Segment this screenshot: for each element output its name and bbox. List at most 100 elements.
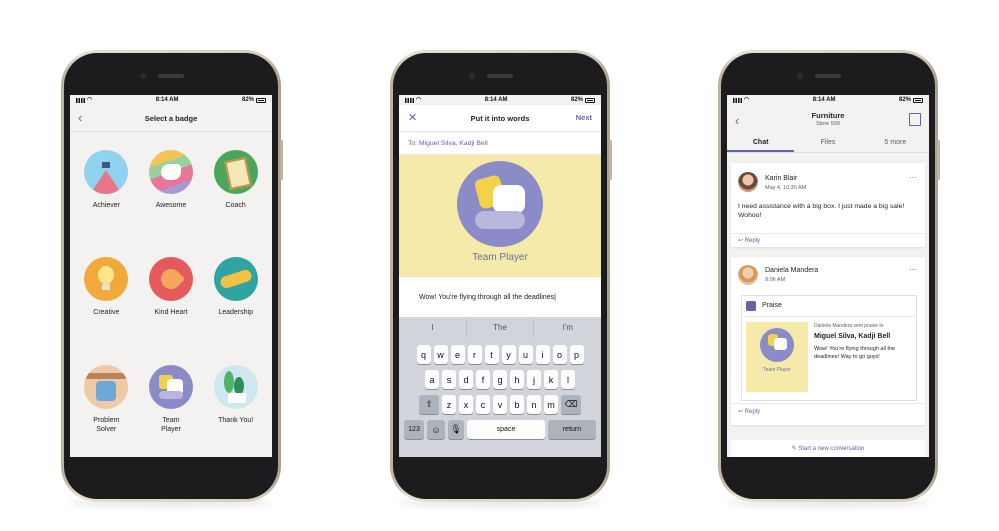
praise-card-preview: Team Player [399,155,601,277]
key-o[interactable]: o [552,345,567,364]
badge-label: Achiever [92,202,120,209]
phone-left: ◠ 8:14 AM 82% ‹ Select a badge Achiever … [61,50,283,502]
badge-team-player[interactable]: Team Player [139,364,204,457]
more-options-icon[interactable]: ··· [909,265,917,274]
reply-label: Reply [744,409,761,415]
emoji-key[interactable]: ☺ [427,420,445,439]
key-l[interactable]: l [561,370,575,389]
status-time: 8:14 AM [484,97,508,103]
key-row-2: asdfghjkl [399,370,601,389]
suggestion-item[interactable]: I [399,317,467,339]
reply-button[interactable]: ↩ Reply [738,408,760,415]
phone-right: ◠ 8:14 AM 82% ‹ Furniture Store 599 Chat… [718,50,940,502]
power-button [280,140,283,180]
key-t[interactable]: t [484,345,499,364]
return-key[interactable]: return [548,420,596,439]
power-button [937,140,940,180]
status-time: 8:14 AM [812,97,836,103]
tab-bar: Chat Files 5 more [727,135,929,153]
key-h[interactable]: h [510,370,524,389]
avatar [738,265,758,285]
next-button[interactable]: Next [576,113,592,122]
nav-bar: ‹ Furniture Store 599 [727,105,929,135]
tab-more[interactable]: 5 more [862,135,929,152]
badge-label: Kind Heart [154,309,188,317]
backspace-key[interactable]: ⌫ [561,395,581,414]
wifi-icon: ◠ [416,97,422,103]
speaker-grille [815,74,841,78]
mic-key[interactable]: 🎙 [448,420,464,439]
key-a[interactable]: a [425,370,439,389]
speaker-grille [487,74,513,78]
wifi-icon: ◠ [744,97,750,103]
key-r[interactable]: r [467,345,482,364]
key-x[interactable]: x [459,395,473,414]
new-conversation-button[interactable]: ✎ Start a new conversation [731,440,925,457]
message-input[interactable]: Wow! You're flying through all the deadl… [399,277,601,317]
chat-post: Karin Blair May 4, 10:30 AM ··· I need a… [731,163,925,247]
fist-icon [84,364,129,409]
badge-problem-solver[interactable]: Problem Solver [74,364,139,457]
key-e[interactable]: e [450,345,465,364]
key-g[interactable]: g [493,370,507,389]
screen-channel-chat: ◠ 8:14 AM 82% ‹ Furniture Store 599 Chat… [727,95,929,457]
key-y[interactable]: y [501,345,516,364]
post-author: Daniela Mandera [765,267,819,274]
praise-label: Praise [762,302,782,309]
signal-icon [733,97,742,103]
key-v[interactable]: v [493,395,507,414]
badge-kind-heart[interactable]: Kind Heart [139,257,204,342]
numbers-key[interactable]: 123 [404,420,424,439]
suggestion-bar: I The I'm [399,317,601,339]
key-i[interactable]: i [535,345,550,364]
tab-chat[interactable]: Chat [727,135,795,152]
key-m[interactable]: m [544,395,558,414]
badge-caption: Team Player [763,367,791,373]
badge-thank-you[interactable]: Thank You! [203,364,268,457]
shift-key[interactable]: ⇧ [419,395,439,414]
badge-achiever[interactable]: Achiever [74,150,139,235]
battery-percent: 82% [570,97,583,103]
new-conversation-label: Start a new conversation [798,446,865,452]
key-c[interactable]: c [476,395,490,414]
praise-from: Daniela Mandera sent praise to [814,323,884,329]
key-n[interactable]: n [527,395,541,414]
badge-creative[interactable]: Creative [74,257,139,342]
divider [742,316,916,317]
channel-info-icon[interactable] [909,113,921,126]
chat-area: Karin Blair May 4, 10:30 AM ··· I need a… [727,153,929,457]
reply-bar: ↩ Reply [731,233,925,248]
badge-leadership[interactable]: Leadership [203,257,268,342]
reply-button[interactable]: ↩ Reply [738,237,760,244]
praise-attachment[interactable]: Praise Team Player Daniela Mandera sent … [741,295,917,401]
screen-select-badge: ◠ 8:14 AM 82% ‹ Select a badge Achiever … [70,95,272,457]
key-s[interactable]: s [442,370,456,389]
key-k[interactable]: k [544,370,558,389]
key-f[interactable]: f [476,370,490,389]
badge-awesome[interactable]: Awesome [139,150,204,235]
key-w[interactable]: w [433,345,448,364]
more-options-icon[interactable]: ··· [909,173,917,182]
key-b[interactable]: b [510,395,524,414]
key-d[interactable]: d [459,370,473,389]
key-u[interactable]: u [518,345,533,364]
reply-bar: ↩ Reply [731,403,925,418]
space-key[interactable]: space [467,420,545,439]
key-q[interactable]: q [416,345,431,364]
power-button [609,140,612,180]
team-hands-icon [457,161,543,247]
suggestion-item[interactable]: I'm [534,317,601,339]
recipients-line[interactable]: To: Miguel Silva, Kadji Bell [399,132,601,155]
key-p[interactable]: p [569,345,584,364]
chat-post: Daniela Mandera 9:06 AM ··· Praise Team … [731,257,925,425]
badge-coach[interactable]: Coach [203,150,268,235]
reply-label: Reply [744,238,761,244]
tab-files[interactable]: Files [794,135,861,152]
suggestion-item[interactable]: The [467,317,535,339]
badge-label: Coach [225,202,246,209]
nav-bar: ✕ Put it into words Next [399,105,601,132]
battery-icon [585,97,595,103]
key-z[interactable]: z [442,395,456,414]
key-j[interactable]: j [527,370,541,389]
nav-bar: ‹ Select a badge [70,105,272,132]
